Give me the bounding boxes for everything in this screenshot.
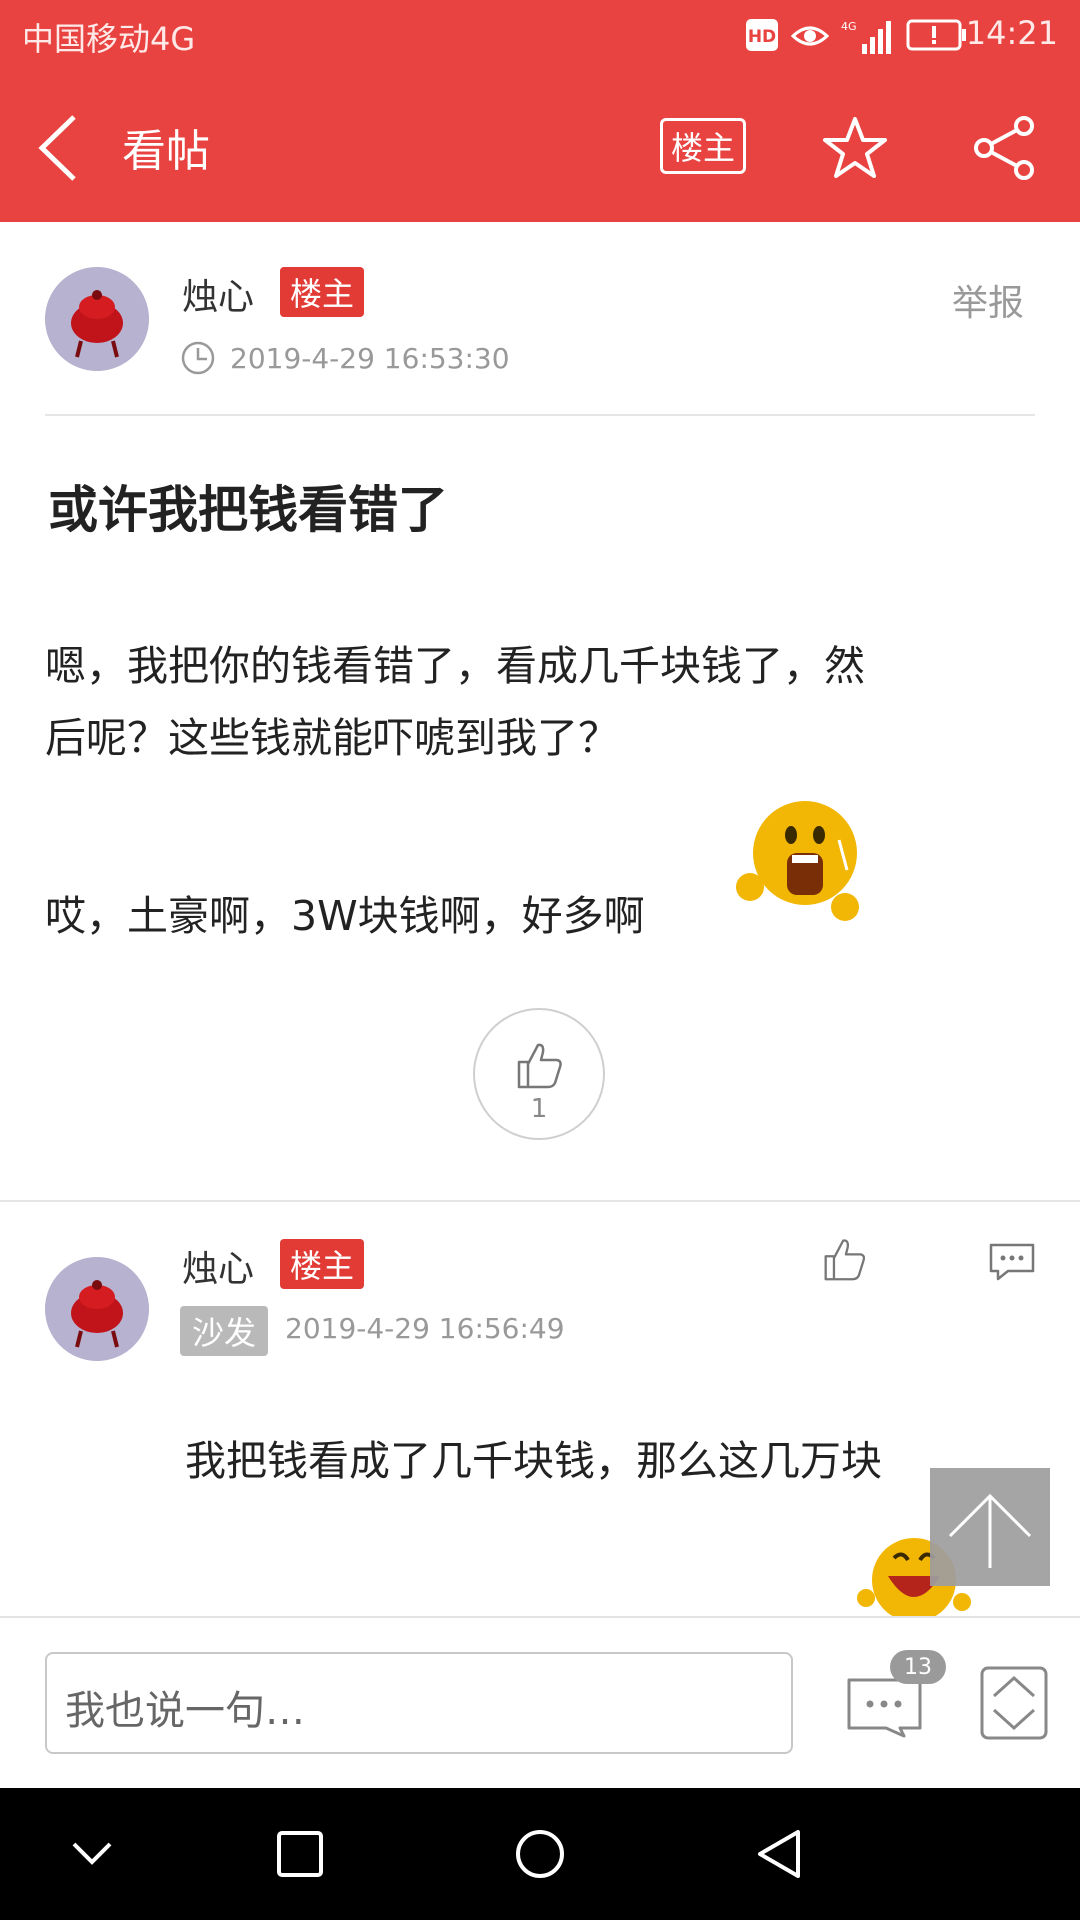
avatar[interactable] xyxy=(45,267,149,371)
home-icon[interactable] xyxy=(514,1828,566,1884)
reply-input[interactable]: 我也说一句… xyxy=(45,1652,793,1754)
reply-text-line: 我把钱看成了几千块钱，那么这几万块 xyxy=(185,1437,882,1485)
back-to-top-button[interactable] xyxy=(930,1468,1050,1586)
battery-icon xyxy=(906,18,968,54)
reply-author-name[interactable]: 烛心 xyxy=(182,1240,254,1292)
recents-icon[interactable] xyxy=(276,1830,324,1882)
reply-timestamp: 2019-4-29 16:56:49 xyxy=(285,1312,565,1345)
clock-icon xyxy=(180,340,216,380)
thumbs-up-icon xyxy=(515,1040,565,1094)
like-count: 1 xyxy=(530,1094,548,1124)
chevron-down-icon[interactable] xyxy=(70,1838,114,1872)
section-divider xyxy=(0,1200,1080,1202)
owner-badge: 楼主 xyxy=(280,267,365,317)
clock: 14:21 xyxy=(965,14,1058,52)
author-name[interactable]: 烛心 xyxy=(182,268,254,320)
report-link[interactable]: 举报 xyxy=(952,274,1024,326)
reply-comment-icon[interactable] xyxy=(988,1242,1036,1286)
share-icon[interactable] xyxy=(972,115,1038,185)
reply-bar: 我也说一句… 13 xyxy=(0,1616,1080,1790)
page-jump-icon[interactable] xyxy=(980,1666,1048,1744)
reply-like-icon[interactable] xyxy=(822,1236,868,1286)
only-owner-button[interactable]: 楼主 xyxy=(660,118,746,174)
post-paragraph-line: 后呢？这些钱就能吓唬到我了？ xyxy=(45,714,619,762)
signal-icon: 4G xyxy=(840,18,894,54)
back-icon[interactable] xyxy=(36,113,80,187)
system-nav-bar xyxy=(0,1788,1080,1920)
eye-icon xyxy=(790,18,830,54)
like-button[interactable]: 1 xyxy=(473,1008,605,1140)
owner-badge: 楼主 xyxy=(280,1239,365,1289)
comment-count-badge: 13 xyxy=(890,1650,946,1684)
post-timestamp: 2019-4-29 16:53:30 xyxy=(230,342,510,375)
top-app-bar: 看帖 楼主 xyxy=(0,75,1080,222)
divider xyxy=(45,414,1035,416)
page-title: 看帖 xyxy=(122,126,210,177)
carrier-label: 中国移动4G xyxy=(22,20,196,58)
star-icon[interactable] xyxy=(822,115,888,185)
post-paragraph-line: 嗯，我把你的钱看错了，看成几千块钱了，然 xyxy=(45,642,865,690)
screaming-emoji-icon xyxy=(735,795,865,929)
avatar[interactable] xyxy=(45,1257,149,1361)
status-bar: 中国移动4G HD 4G 14:21 xyxy=(0,0,1080,75)
post-title: 或许我把钱看错了 xyxy=(48,481,448,539)
post-paragraph-line: 哎，土豪啊，3W块钱啊，好多啊 xyxy=(45,892,645,940)
hd-icon: HD xyxy=(745,18,779,54)
svg-text:HD: HD xyxy=(748,27,776,47)
back-nav-icon[interactable] xyxy=(754,1828,806,1884)
floor-badge: 沙发 xyxy=(180,1306,269,1356)
svg-text:4G: 4G xyxy=(841,20,857,33)
